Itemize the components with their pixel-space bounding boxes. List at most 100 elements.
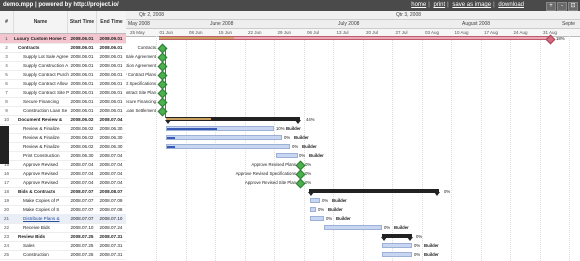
start-time: 2008.07.10: [70, 225, 94, 230]
quarter-label: Qtr 3, 2008: [396, 12, 422, 18]
col-end-header[interactable]: End Time: [97, 11, 126, 33]
download-link[interactable]: download: [498, 2, 524, 8]
percent-label: 0%: [326, 216, 333, 221]
end-time: 2008.07.08: [99, 207, 123, 212]
start-time: 2008.07.25: [70, 243, 94, 248]
task-name: Secure Financing: [23, 99, 59, 104]
row-number: 20: [3, 207, 10, 212]
task-name: Bids & Contracts: [18, 189, 56, 194]
end-time: 2008.07.31: [99, 234, 123, 239]
row-number: 16: [3, 171, 10, 176]
summary-bar[interactable]: [381, 234, 413, 241]
week-label: 08 Jun: [189, 30, 203, 35]
feedback-tab[interactable]: feedback: [0, 126, 9, 164]
milestone-label: Contract Specifications: [126, 81, 156, 86]
milestone-label: Supply Contract Plans: [126, 72, 156, 77]
task-bar[interactable]: [310, 198, 320, 203]
row-number: 7: [5, 90, 8, 95]
task-progress: [167, 146, 175, 148]
zoom-in-button[interactable]: +: [546, 2, 556, 11]
milestone-label: Supply Contract Site Plan: [126, 90, 156, 95]
resource-label: Builder: [424, 252, 439, 257]
task-bar[interactable]: [310, 207, 316, 212]
week-label: 27 Jul: [395, 30, 408, 35]
task-bar[interactable]: [382, 243, 412, 248]
app-title: demo.mpp | powered by http://project.io/: [3, 2, 119, 8]
start-time: 2008.06.02: [70, 117, 94, 122]
start-time: 2008.06.01: [70, 108, 94, 113]
resource-label: Builder: [332, 198, 347, 203]
col-number-header[interactable]: #: [0, 11, 14, 33]
row-number: 18: [3, 189, 10, 194]
start-time: 2008.07.07: [70, 216, 94, 221]
end-time: 2008.06.30: [99, 135, 123, 140]
home-link[interactable]: home: [411, 2, 426, 8]
task-name: Supply Lot Sale Agree: [23, 54, 69, 59]
task-bar[interactable]: [382, 252, 412, 257]
save-as-image-link[interactable]: save as image: [452, 2, 491, 8]
resource-label: Builder: [286, 126, 301, 131]
task-bar[interactable]: [166, 135, 282, 140]
task-bar[interactable]: [276, 153, 298, 158]
month-label: Septe: [562, 21, 576, 27]
task-bar[interactable]: [166, 144, 290, 149]
week-label: 01 Jun: [159, 30, 174, 35]
milestone-label: Approve Revised Plans: [251, 162, 296, 167]
task-name: Supply Construction A: [23, 63, 69, 68]
start-time: 2008.07.25: [70, 252, 94, 257]
row-number: 4: [5, 63, 8, 68]
col-start-header[interactable]: Start Time: [68, 11, 97, 33]
end-time: 2008.08.07: [99, 189, 123, 194]
row-number: 23: [3, 234, 10, 239]
end-time: 2008.07.04: [99, 171, 123, 176]
row-number: 6: [5, 81, 8, 86]
percent-label: 0%: [322, 198, 329, 203]
percent-label: 0%: [305, 171, 312, 176]
fit-view-button[interactable]: ⊡: [568, 2, 578, 11]
task-name: Approve Revised: [23, 171, 58, 176]
row-number: 2: [5, 45, 8, 50]
summary-bar[interactable]: [308, 189, 440, 196]
row-number: 1: [5, 36, 8, 41]
task-name: Make Copies of S: [23, 207, 60, 212]
start-time: 2008.06.01: [70, 45, 94, 50]
percent-label: 0%: [414, 243, 421, 248]
task-grid: # Name Start Time End Time 1 Luxury Custo…: [0, 11, 127, 261]
task-name: Review & Finalize: [23, 126, 60, 131]
task-name: Construction: [23, 252, 49, 257]
row-number: 10: [3, 117, 10, 122]
milestone-label: Approve Revised Site Plan: [244, 180, 296, 185]
percent-label: 0%: [284, 135, 291, 140]
col-name-header[interactable]: Name: [14, 11, 68, 33]
row-number: 19: [3, 198, 10, 203]
end-time: 2008.07.04: [99, 162, 123, 167]
task-name: Review Bids: [18, 234, 46, 239]
week-label: 17 Aug: [484, 30, 499, 35]
task-progress: [167, 137, 175, 139]
end-time: 2008.07.24: [99, 225, 123, 230]
zoom-out-button[interactable]: -: [557, 2, 567, 11]
end-time: 2008.06.01: [99, 99, 123, 104]
week-label: 22 Jun: [248, 30, 262, 35]
end-time: 2008.06.01: [99, 90, 123, 95]
project-progress: [159, 37, 234, 39]
resource-label: Builder: [336, 216, 351, 221]
row-number: 22: [3, 225, 10, 230]
task-bar[interactable]: [310, 216, 324, 221]
gridline: [539, 36, 541, 261]
row-number: 17: [3, 180, 10, 185]
resource-label: Builder: [309, 153, 324, 158]
task-name: Approve Revised: [23, 180, 58, 185]
percent-label: 0%: [305, 180, 312, 185]
task-name: Sales: [23, 243, 35, 248]
task-bar[interactable]: [324, 225, 382, 230]
row-number: 25: [3, 252, 10, 257]
gridline: [569, 36, 570, 261]
top-links: home | print | save as image | download: [411, 2, 524, 8]
print-link[interactable]: print: [433, 2, 445, 8]
task-name: Review & Finalize: [23, 144, 60, 149]
milestone-label: Contracts: [137, 45, 156, 50]
start-time: 2008.07.04: [70, 171, 94, 176]
task-name: Approve Revised: [23, 162, 58, 167]
end-time: 2008.06.01: [99, 54, 123, 59]
